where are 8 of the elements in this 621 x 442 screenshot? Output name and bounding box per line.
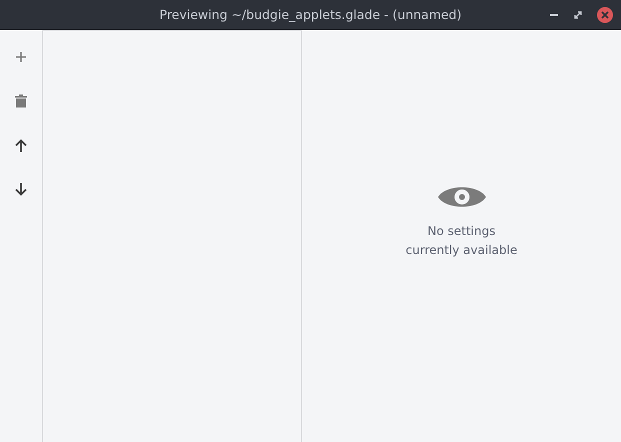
trash-icon: [15, 94, 27, 108]
close-icon[interactable]: [597, 6, 613, 22]
arrow-down-icon: [15, 182, 27, 196]
window-title: Previewing ~/budgie_applets.glade - (unnamed): [160, 7, 462, 22]
arrow-up-icon: [15, 138, 27, 152]
plus-icon: [15, 51, 27, 63]
restore-icon[interactable]: [573, 10, 583, 20]
empty-message: No settings currently available: [406, 223, 518, 259]
